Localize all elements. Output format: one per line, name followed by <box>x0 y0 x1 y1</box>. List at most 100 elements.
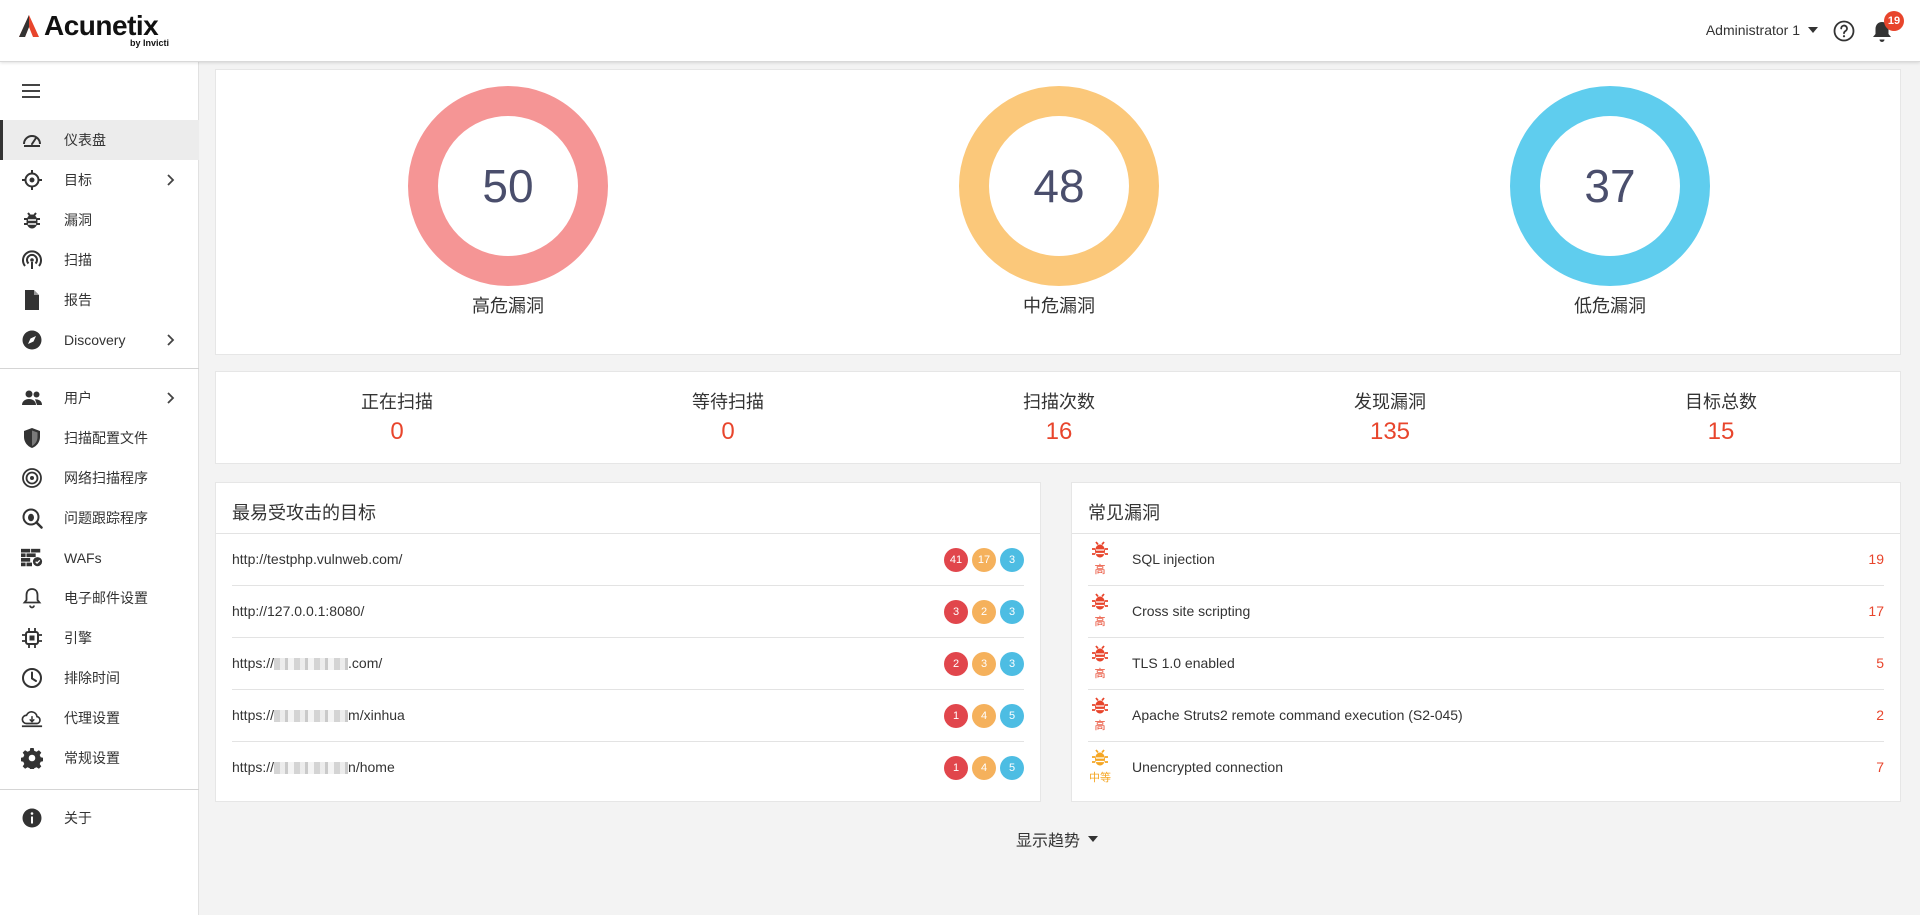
low-count-badge: 5 <box>1000 704 1024 728</box>
shield-icon <box>21 427 43 449</box>
common-vulnerabilities-panel: 常见漏洞 高 SQL injection 19 高 Cross site scr… <box>1071 482 1901 802</box>
list-item[interactable]: 中等 Unencrypted connection 7 <box>1088 742 1884 794</box>
high-count-badge: 3 <box>944 600 968 624</box>
stat-total-scans[interactable]: 扫描次数 16 <box>959 388 1159 446</box>
severity-text: 中等 <box>1089 772 1111 784</box>
vulnerability-name[interactable]: TLS 1.0 enabled <box>1132 655 1235 671</box>
medium-count-badge: 2 <box>972 600 996 624</box>
sidebar-item-label: Discovery <box>64 332 126 348</box>
vulnerability-name[interactable]: Unencrypted connection <box>1132 759 1283 775</box>
severity-text: 高 <box>1094 668 1106 680</box>
sidebar-item-proxy-settings[interactable]: 代理设置 <box>0 698 199 738</box>
high-count-badge: 2 <box>944 652 968 676</box>
sidebar-item-issue-trackers[interactable]: 问题跟踪程序 <box>0 498 199 538</box>
medium-count-badge: 17 <box>972 548 996 572</box>
list-item[interactable]: 高 Cross site scripting 17 <box>1088 586 1884 638</box>
low-count-badge: 3 <box>1000 652 1024 676</box>
high-severity-widget[interactable]: 50 高危漏洞 <box>408 86 608 318</box>
sidebar-item-email-settings[interactable]: 电子邮件设置 <box>0 578 199 618</box>
stat-running-scans[interactable]: 正在扫描 0 <box>297 388 497 446</box>
high-severity-count: 50 <box>482 160 534 212</box>
severity-text: 高 <box>1094 720 1106 732</box>
sidebar-item-reports[interactable]: 报告 <box>0 280 199 320</box>
sidebar-item-about[interactable]: 关于 <box>0 798 199 838</box>
vulnerability-name[interactable]: Cross site scripting <box>1132 603 1250 619</box>
table-row[interactable]: https://.com/ 2 3 3 <box>232 638 1024 690</box>
stat-value: 0 <box>721 418 735 445</box>
dashboard-icon <box>21 129 43 151</box>
sidebar-item-label: WAFs <box>64 550 102 566</box>
high-count-badge: 1 <box>944 756 968 780</box>
target-url[interactable]: https://.com/ <box>232 655 382 671</box>
target-url[interactable]: https://n/home <box>232 759 395 775</box>
sidebar-item-targets[interactable]: 目标 <box>0 160 199 200</box>
chevron-down-icon <box>1808 27 1818 33</box>
menu-toggle-icon[interactable] <box>22 84 40 98</box>
sidebar-item-users[interactable]: 用户 <box>0 378 199 418</box>
stat-value: 0 <box>390 418 404 445</box>
bell-icon <box>21 587 43 609</box>
low-severity-widget[interactable]: 37 低危漏洞 <box>1510 86 1710 318</box>
severity-summary-card: 50 高危漏洞 48 中危漏洞 37 低危漏洞 <box>215 69 1901 355</box>
medium-severity-count: 48 <box>1033 160 1085 212</box>
stat-vulnerabilities-found[interactable]: 发现漏洞 135 <box>1290 388 1490 446</box>
sidebar-item-dashboard[interactable]: 仪表盘 <box>0 120 199 160</box>
sidebar-item-vulnerabilities[interactable]: 漏洞 <box>0 200 199 240</box>
scan-stats-card: 正在扫描 0 等待扫描 0 扫描次数 16 发现漏洞 135 目标总数 15 <box>215 371 1901 464</box>
sidebar-divider <box>0 789 199 790</box>
low-severity-label: 低危漏洞 <box>1574 296 1646 316</box>
target-url[interactable]: http://127.0.0.1:8080/ <box>232 603 364 619</box>
table-row[interactable]: http://127.0.0.1:8080/ 3 2 3 <box>232 586 1024 638</box>
show-trends-button[interactable]: 显示趋势 <box>1016 827 1099 851</box>
user-menu[interactable]: Administrator 1 <box>1706 22 1818 38</box>
sidebar-item-label: 用户 <box>64 390 92 406</box>
severity-indicator: 高 <box>1088 540 1112 577</box>
vulnerability-name[interactable]: Apache Struts2 remote command execution … <box>1132 707 1463 723</box>
help-icon[interactable] <box>1833 20 1855 42</box>
sidebar-item-label: 目标 <box>64 172 92 188</box>
sidebar-item-label: 关于 <box>64 810 92 826</box>
severity-text: 高 <box>1094 564 1106 576</box>
report-icon <box>21 289 43 311</box>
redacted-text <box>274 762 349 775</box>
medium-severity-widget[interactable]: 48 中危漏洞 <box>959 86 1159 318</box>
sidebar-item-label: 扫描 <box>64 252 92 268</box>
severity-indicator: 高 <box>1088 696 1112 733</box>
table-row[interactable]: https://m/xinhua 1 4 5 <box>232 690 1024 742</box>
sidebar-item-label: 报告 <box>64 292 92 308</box>
table-row[interactable]: https://n/home 1 4 5 <box>232 742 1024 794</box>
severity-indicator: 高 <box>1088 592 1112 629</box>
sidebar-item-scan-profiles[interactable]: 扫描配置文件 <box>0 418 199 458</box>
sidebar: 仪表盘 目标 漏洞 扫描 报告 Discovery 用户 扫描配置文件 网络扫描… <box>0 62 199 915</box>
notifications-button[interactable]: 19 <box>1871 11 1904 44</box>
bug-icon <box>1092 645 1108 662</box>
vulnerability-name[interactable]: SQL injection <box>1132 551 1215 567</box>
target-url[interactable]: https://m/xinhua <box>232 707 405 723</box>
target-icon <box>21 169 43 191</box>
medium-count-badge: 4 <box>972 704 996 728</box>
table-row[interactable]: http://testphp.vulnweb.com/ 41 17 3 <box>232 534 1024 586</box>
vulnerability-count: 19 <box>1868 551 1884 567</box>
list-item[interactable]: 高 SQL injection 19 <box>1088 534 1884 586</box>
chevron-right-icon <box>167 334 175 346</box>
stat-title: 正在扫描 <box>361 392 433 412</box>
sidebar-item-label: 扫描配置文件 <box>64 430 148 446</box>
stat-queued-scans[interactable]: 等待扫描 0 <box>628 388 828 446</box>
stat-total-targets[interactable]: 目标总数 15 <box>1621 388 1821 446</box>
sidebar-item-wafs[interactable]: WAFs <box>0 538 199 578</box>
stat-title: 扫描次数 <box>1023 392 1095 412</box>
list-item[interactable]: 高 TLS 1.0 enabled 5 <box>1088 638 1884 690</box>
sidebar-item-label: 代理设置 <box>64 710 120 726</box>
most-vulnerable-targets-panel: 最易受攻击的目标 http://testphp.vulnweb.com/ 41 … <box>215 482 1041 802</box>
sidebar-item-scans[interactable]: 扫描 <box>0 240 199 280</box>
sidebar-item-label: 电子邮件设置 <box>64 590 148 606</box>
sidebar-item-engines[interactable]: 引擎 <box>0 618 199 658</box>
target-url[interactable]: http://testphp.vulnweb.com/ <box>232 551 402 567</box>
sidebar-item-discovery[interactable]: Discovery <box>0 320 199 360</box>
list-item[interactable]: 高 Apache Struts2 remote command executio… <box>1088 690 1884 742</box>
sidebar-item-network-scanner[interactable]: 网络扫描程序 <box>0 458 199 498</box>
severity-counts: 3 2 3 <box>944 600 1024 624</box>
sidebar-item-general-settings[interactable]: 常规设置 <box>0 738 199 778</box>
sidebar-item-excluded-hours[interactable]: 排除时间 <box>0 658 199 698</box>
high-count-badge: 1 <box>944 704 968 728</box>
